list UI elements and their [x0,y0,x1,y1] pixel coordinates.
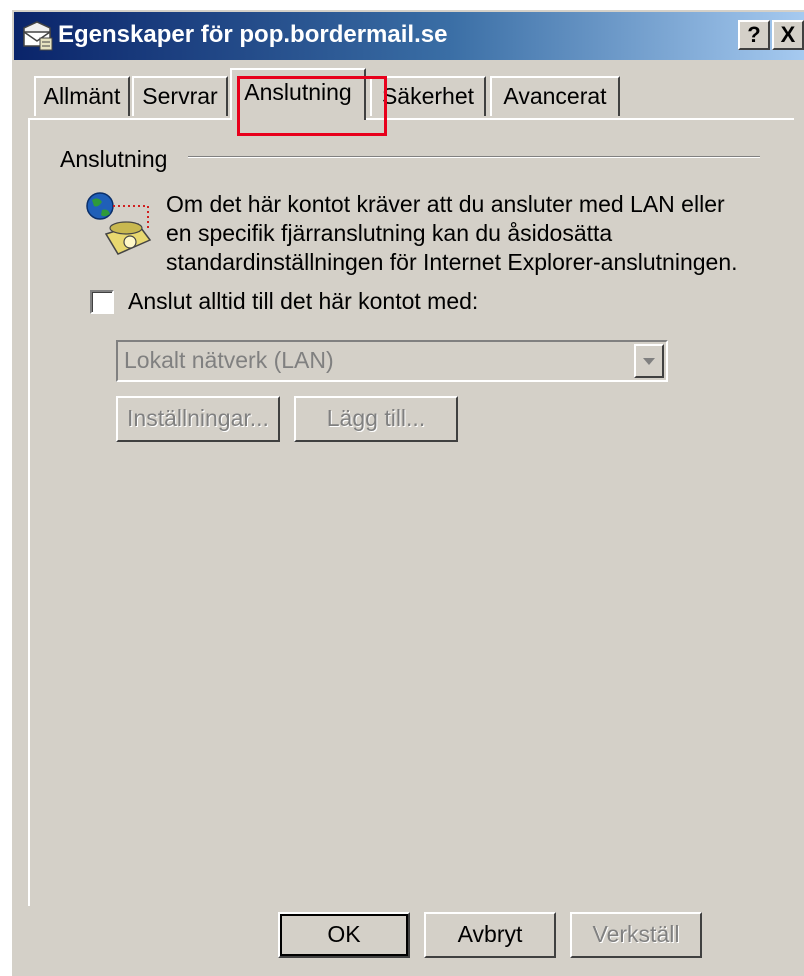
title-bar[interactable]: Egenskaper för pop.bordermail.se ? X [14,12,804,60]
tab-avancerat[interactable]: Avancerat [490,76,620,116]
add-button[interactable]: Lägg till... [294,396,458,442]
connection-description: Om det här kontot kräver att du ansluter… [166,190,766,277]
settings-button[interactable]: Inställningar... [116,396,280,442]
window-title: Egenskaper för pop.bordermail.se [58,21,448,48]
apply-button[interactable]: Verkställ [570,912,702,958]
description-line-3: standardinställningen för Internet Explo… [166,249,738,275]
connection-select[interactable]: Lokalt nätverk (LAN) [116,340,668,382]
description-line-2: en specifik fjärranslutning kan du åsido… [166,220,613,246]
tab-servrar[interactable]: Servrar [132,76,228,116]
group-label-anslutning: Anslutning [60,146,168,172]
help-button[interactable]: ? [738,20,770,50]
description-line-1: Om det här kontot kräver att du ansluter… [166,191,725,217]
always-connect-checkbox[interactable] [90,290,114,314]
connection-globe-phone-icon [86,192,152,255]
connection-select-value: Lokalt nätverk (LAN) [124,347,334,373]
tab-allmant[interactable]: Allmänt [34,76,130,116]
dropdown-arrow-icon[interactable] [634,344,664,378]
tab-sakerhet[interactable]: Säkerhet [370,76,486,116]
always-connect-label[interactable]: Anslut alltid till det här kontot med: [128,288,478,315]
ok-button[interactable]: OK [278,912,410,958]
mail-properties-icon [23,21,53,51]
close-button[interactable]: X [772,20,804,50]
tab-highlight-box [237,76,387,136]
cancel-button[interactable]: Avbryt [424,912,556,958]
group-divider [188,156,760,158]
